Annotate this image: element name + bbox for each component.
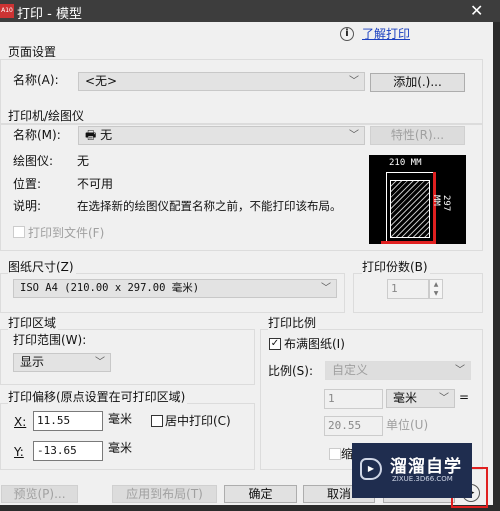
plot-range-combo[interactable]: 显示 ﹀ <box>13 353 111 372</box>
center-plot-checkbox[interactable] <box>151 415 163 427</box>
offset-x-label: X: <box>14 415 27 429</box>
preview-height-label: 297 MM <box>431 195 451 212</box>
close-button[interactable]: ✕ <box>470 1 483 20</box>
print-dialog: i 了解打印 页面设置 名称(A): <无> ﹀ 添加(.)... 打印机/绘图仪… <box>0 22 493 505</box>
offset-x-unit: 毫米 <box>108 412 133 426</box>
printer-name-label: 名称(M): <box>13 128 61 142</box>
chevron-down-icon: ﹀ <box>439 393 449 404</box>
chevron-down-icon: ﹀ <box>455 365 465 376</box>
print-to-file-label: 打印到文件(F) <box>28 226 105 240</box>
chevron-down-icon: ﹀ <box>349 130 359 141</box>
paper-size-title: 图纸尺寸(Z) <box>8 260 76 274</box>
plot-area-title: 打印区域 <box>8 316 59 330</box>
equals-sign: = <box>459 390 470 404</box>
learn-print-link[interactable]: 了解打印 <box>362 27 410 41</box>
paper-size-combo[interactable]: ISO A4 (210.00 x 297.00 毫米) ﹀ <box>13 279 337 298</box>
offset-y-input[interactable]: -13.65 <box>33 441 103 461</box>
offset-y-unit: 毫米 <box>108 441 133 455</box>
apply-to-layout-button[interactable]: 应用到布局(T) <box>112 485 217 503</box>
watermark: ▶ 溜溜自学 ZIXUE.3D66.COM <box>352 443 472 498</box>
offset-title: 打印偏移(原点设置在可打印区域) <box>8 390 188 404</box>
ok-button[interactable]: 确定 <box>224 485 297 503</box>
page-setup-name-combo[interactable]: <无> ﹀ <box>78 72 365 91</box>
description-value: 在选择新的绘图仪配置名称之前，不能打印该布局。 <box>77 199 342 213</box>
scale-value1-input[interactable]: 1 <box>324 389 383 409</box>
preview-margin-bottom <box>381 241 436 244</box>
scale-combo[interactable]: 自定义 ﹀ <box>325 361 471 380</box>
scale-title: 打印比例 <box>268 316 319 330</box>
paper-size-value: ISO A4 (210.00 x 297.00 毫米) <box>20 282 200 294</box>
print-to-file-checkbox[interactable] <box>13 226 25 238</box>
printer-name-value: 无 <box>100 128 113 142</box>
chevron-down-icon: ﹀ <box>321 283 331 294</box>
scale-unit-combo[interactable]: 毫米 ﹀ <box>386 389 455 408</box>
watermark-title: 溜溜自学 <box>390 457 462 477</box>
printer-name-combo[interactable]: 🖶 无 ﹀ <box>78 126 365 145</box>
printer-title: 打印机/绘图仪 <box>8 109 87 123</box>
chevron-down-icon: ﹀ <box>349 76 359 87</box>
preview-printable-area <box>390 180 430 238</box>
description-label: 说明: <box>13 199 42 213</box>
scale-unit2-label: 单位(U) <box>386 418 429 432</box>
fit-to-paper-label: 布满图纸(I) <box>284 337 345 351</box>
location-value: 不可用 <box>77 177 114 191</box>
paper-preview: 210 MM 297 MM <box>369 155 466 244</box>
plotter-value: 无 <box>77 154 90 168</box>
page-setup-title: 页面设置 <box>8 45 59 59</box>
plot-range-value: 显示 <box>20 355 45 369</box>
properties-button[interactable]: 特性(R)... <box>370 126 465 145</box>
printer-icon: 🖶 <box>85 128 101 142</box>
watermark-play-icon: ▶ <box>360 458 382 480</box>
offset-y-label: Y: <box>14 445 24 459</box>
app-icon: A10 <box>0 4 14 18</box>
offset-x-input[interactable]: 11.55 <box>33 411 103 431</box>
scale-lineweights-checkbox[interactable] <box>329 448 341 460</box>
location-label: 位置: <box>13 177 42 191</box>
add-button[interactable]: 添加(.)... <box>370 73 465 92</box>
preview-button[interactable]: 预览(P)... <box>1 485 78 503</box>
scale-value: 自定义 <box>332 363 369 377</box>
plot-range-label: 打印范围(W): <box>13 333 87 347</box>
scale-value2-input[interactable]: 20.55 <box>324 416 383 436</box>
copies-input[interactable]: 1 <box>387 279 429 299</box>
copies-title: 打印份数(B) <box>362 260 430 274</box>
info-icon: i <box>340 27 354 41</box>
copies-spinner[interactable]: ▲ ▼ <box>429 279 443 299</box>
page-setup-name-label: 名称(A): <box>13 73 59 87</box>
plotter-label: 绘图仪: <box>13 154 54 168</box>
preview-width-label: 210 MM <box>389 158 422 168</box>
watermark-url: ZIXUE.3D66.COM <box>392 475 453 483</box>
scale-label: 比例(S): <box>268 364 314 378</box>
window-title: 打印 - 模型 <box>17 7 82 22</box>
chevron-down-icon: ﹀ <box>95 357 105 368</box>
center-plot-label: 居中打印(C) <box>165 414 231 428</box>
fit-to-paper-checkbox[interactable]: ✓ <box>269 338 281 350</box>
scale-unit-value: 毫米 <box>393 391 418 405</box>
page-setup-name-value: <无> <box>85 74 118 88</box>
title-bar: A10 打印 - 模型 ✕ <box>0 0 500 22</box>
